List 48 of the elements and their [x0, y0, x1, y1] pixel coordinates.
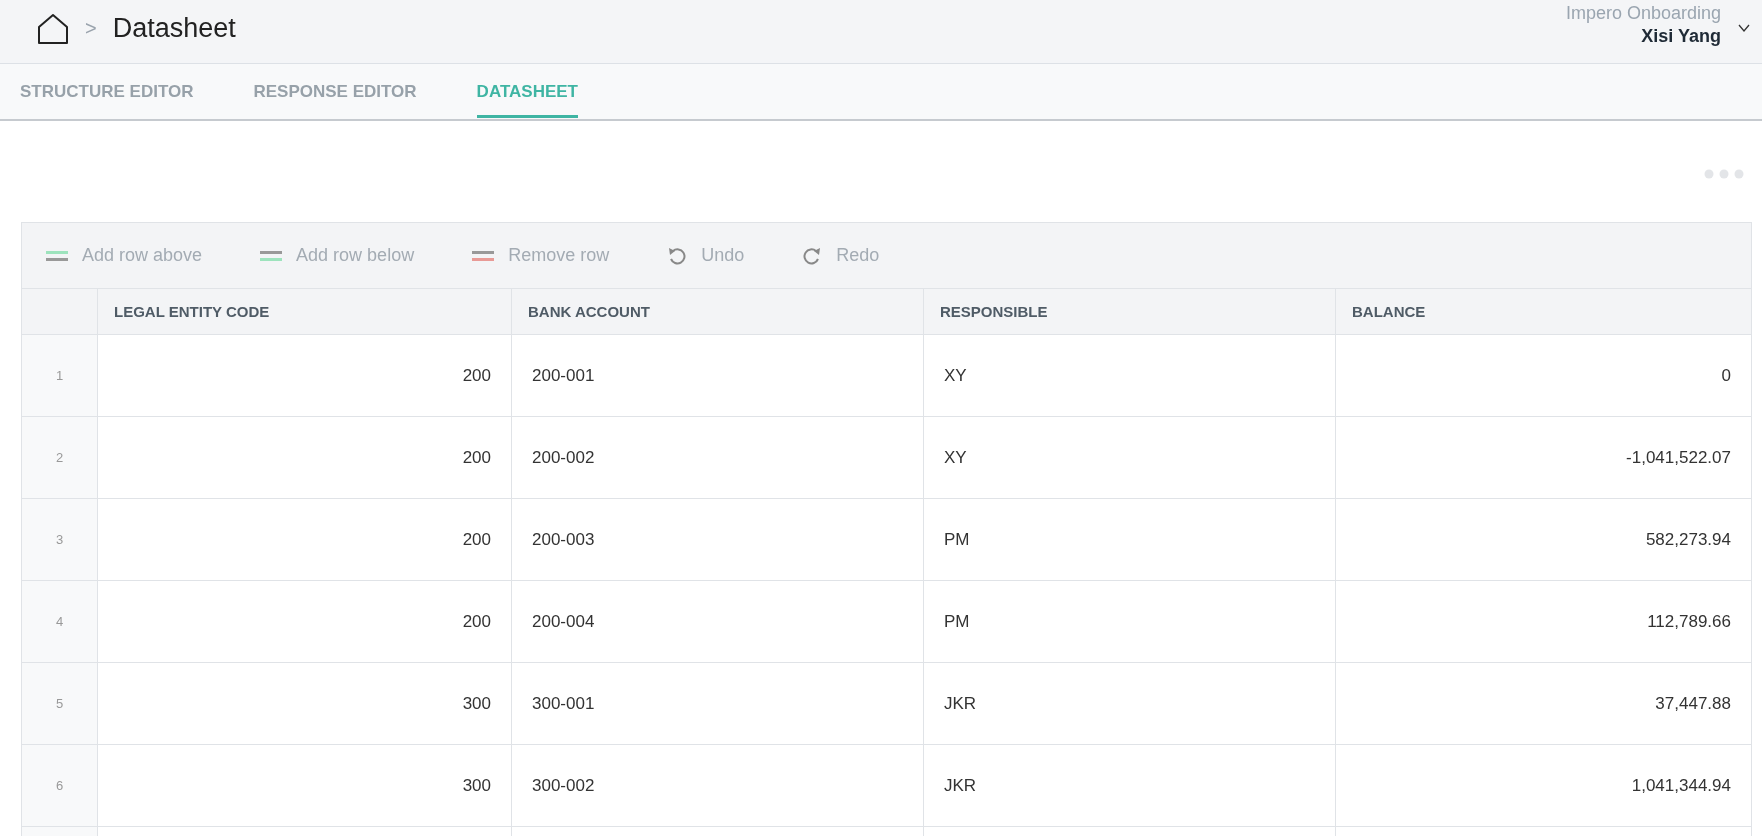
redo-icon [802, 246, 823, 265]
table-cell: 200-002 [511, 417, 923, 499]
add-row-below-icon [260, 250, 283, 261]
row-number: 2 [22, 417, 97, 499]
table-cell: 200-003 [511, 499, 923, 581]
row-number: 3 [22, 499, 97, 581]
table-cell: 300 [97, 663, 511, 745]
row-number: 4 [22, 581, 97, 663]
organization-name: Impero Onboarding [1565, 2, 1721, 24]
table-cell: -1,041,522.07 [1335, 417, 1751, 499]
table-cell: 37,447.88 [1335, 663, 1751, 745]
table-cell: 200 [97, 335, 511, 417]
column-header[interactable]: LEGAL ENTITY CODE [97, 289, 511, 335]
table-cell: 200-004 [511, 581, 923, 663]
chevron-down-icon[interactable] [1738, 24, 1750, 32]
table-cell: 1,041,344.94 [1335, 745, 1751, 827]
tab[interactable]: DATASHEET [476, 64, 578, 118]
table-cell: 200 [97, 581, 511, 663]
table-cell: PM [923, 581, 1335, 663]
column-header[interactable]: RESPONSIBLE [923, 289, 1335, 335]
breadcrumb-separator: > [85, 17, 97, 40]
home-icon[interactable] [37, 12, 69, 45]
table-cell: JKR [923, 663, 1335, 745]
remove-row-icon [472, 250, 495, 261]
row-number: 1 [22, 335, 97, 417]
table-cell: XY [923, 417, 1335, 499]
add-row-above-icon [46, 250, 68, 261]
tab[interactable]: RESPONSE EDITOR [253, 64, 417, 119]
table-cell: 200 [97, 417, 511, 499]
table-cell: PM [923, 499, 1335, 581]
page-title: Datasheet [112, 13, 236, 44]
column-header[interactable]: BANK ACCOUNT [511, 289, 923, 335]
user-name[interactable]: Xisi Yang [1641, 24, 1721, 48]
table-cell: 300-001 [511, 663, 923, 745]
table-cell: 200 [97, 499, 511, 581]
undo-icon [667, 246, 688, 265]
table-cell: 112,789.66 [1335, 581, 1751, 663]
table-cell: 200-001 [511, 335, 923, 417]
tab[interactable]: STRUCTURE EDITOR [20, 64, 194, 119]
table-cell: XY [923, 335, 1335, 417]
table-cell: JKR [923, 745, 1335, 827]
column-header[interactable]: BALANCE [1335, 289, 1751, 335]
row-number: 5 [22, 663, 97, 745]
table-cell: 300 [97, 745, 511, 827]
table-cell: 300-002 [511, 745, 923, 827]
row-number: 6 [22, 745, 97, 827]
table-cell: 582,273.94 [1335, 499, 1751, 581]
table-cell: 0 [1335, 335, 1751, 417]
